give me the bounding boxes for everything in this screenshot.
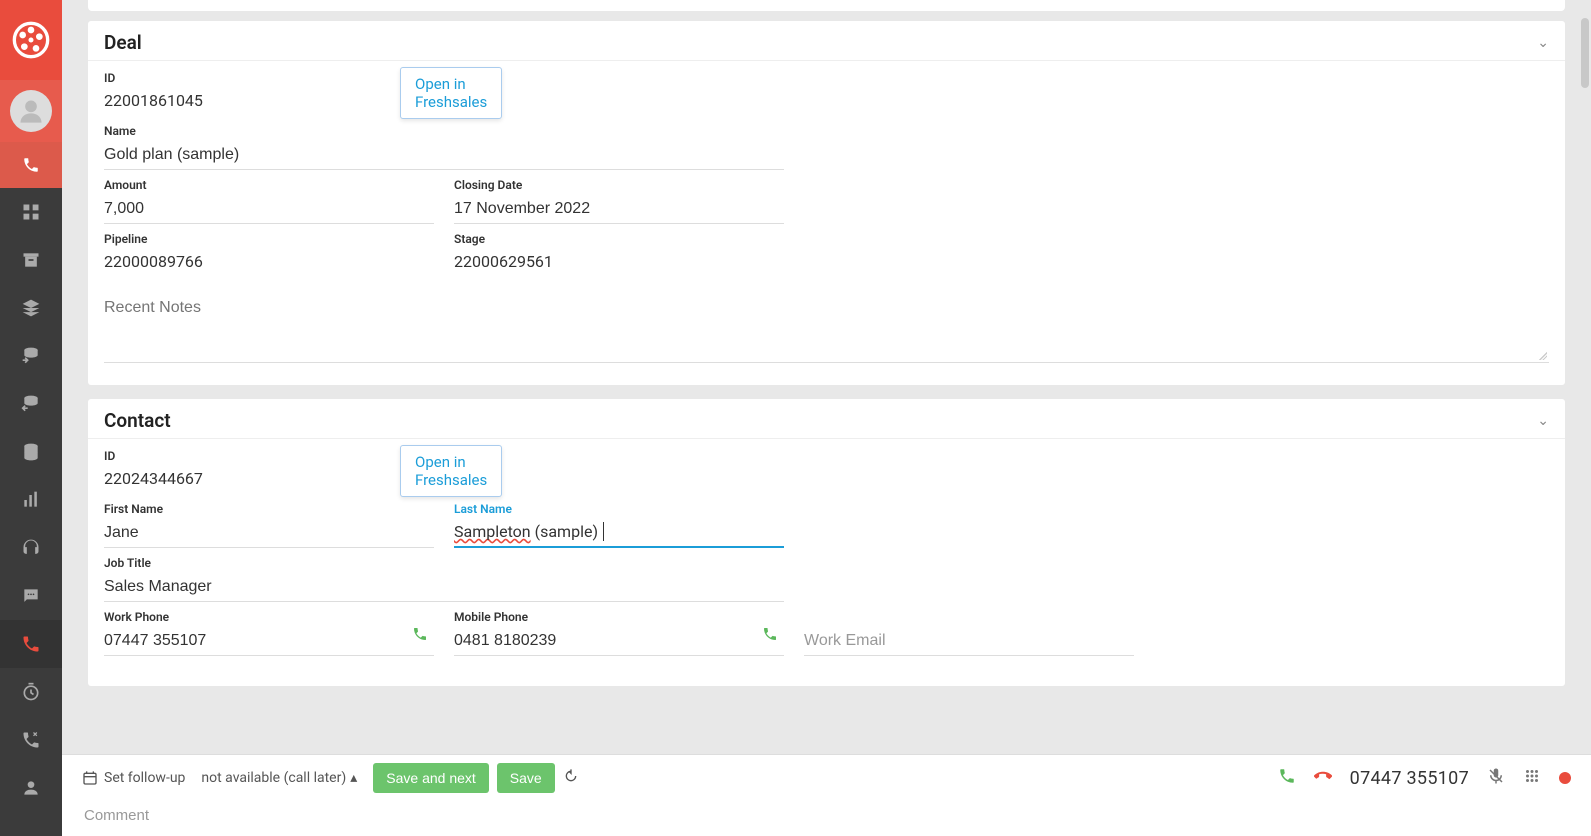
- mute-icon[interactable]: [1487, 767, 1505, 789]
- nav-call-log[interactable]: [0, 716, 62, 764]
- nav-database[interactable]: [0, 428, 62, 476]
- job-title-input[interactable]: [104, 573, 784, 602]
- deal-pipeline-label: Pipeline: [104, 232, 434, 246]
- main: Deal ⌄ ID 22001861045 Open in Freshsales…: [62, 0, 1591, 836]
- nav-analytics[interactable]: [0, 476, 62, 524]
- content-scroll[interactable]: Deal ⌄ ID 22001861045 Open in Freshsales…: [62, 0, 1591, 836]
- dialpad-icon[interactable]: [1523, 767, 1541, 789]
- comment-input[interactable]: [84, 807, 1569, 824]
- deal-pipeline-value: 22000089766: [104, 249, 434, 277]
- deal-amount-label: Amount: [104, 178, 434, 192]
- nav-support[interactable]: [0, 524, 62, 572]
- deal-panel: Deal ⌄ ID 22001861045 Open in Freshsales…: [88, 21, 1565, 385]
- deal-id-value: 22001861045: [104, 88, 434, 116]
- deal-id-label: ID: [104, 71, 434, 85]
- deal-name-input[interactable]: [104, 141, 784, 170]
- last-name-input[interactable]: Sampleton (sample): [454, 519, 784, 548]
- first-name-input[interactable]: [104, 519, 434, 548]
- contact-panel: Contact ⌄ ID 22024344667 Open in Freshsa…: [88, 399, 1565, 686]
- deal-closing-input[interactable]: [454, 195, 784, 224]
- hangup-icon[interactable]: [1314, 767, 1332, 789]
- set-followup-label: Set follow-up: [104, 770, 185, 786]
- nav-timer[interactable]: [0, 668, 62, 716]
- call-work-phone-icon[interactable]: [412, 626, 428, 646]
- open-contact-freshsales-button[interactable]: Open in Freshsales: [400, 445, 502, 497]
- set-followup-button[interactable]: Set follow-up: [82, 770, 185, 786]
- deal-stage-value: 22000629561: [454, 249, 784, 277]
- avatar[interactable]: [0, 80, 62, 142]
- nav-archive[interactable]: [0, 236, 62, 284]
- caret-up-icon: ▴: [350, 770, 357, 786]
- job-title-label: Job Title: [104, 556, 784, 570]
- nav-phone[interactable]: [0, 620, 62, 668]
- call-footer: Set follow-up not available (call later)…: [62, 754, 1591, 836]
- mobile-phone-label: Mobile Phone: [454, 610, 784, 624]
- nav-db-out[interactable]: [0, 380, 62, 428]
- nav-dashboard[interactable]: [0, 188, 62, 236]
- work-phone-label: Work Phone: [104, 610, 434, 624]
- deal-title: Deal: [104, 31, 142, 54]
- nav-db-in[interactable]: [0, 332, 62, 380]
- call-status-value: not available (call later): [201, 770, 346, 786]
- nav-layers[interactable]: [0, 284, 62, 332]
- save-and-next-button[interactable]: Save and next: [373, 763, 489, 793]
- work-phone-input[interactable]: [104, 627, 434, 656]
- deal-notes-field[interactable]: [104, 299, 1549, 363]
- reset-icon[interactable]: [563, 768, 579, 788]
- deal-name-label: Name: [104, 124, 784, 138]
- prev-panel-bottom: [88, 0, 1565, 11]
- sidebar-call-status[interactable]: [0, 142, 62, 188]
- nav-chat[interactable]: [0, 572, 62, 620]
- scrollbar-thumb[interactable]: [1581, 18, 1589, 88]
- deal-closing-label: Closing Date: [454, 178, 784, 192]
- save-button[interactable]: Save: [497, 763, 555, 793]
- open-deal-freshsales-button[interactable]: Open in Freshsales: [400, 67, 502, 119]
- record-indicator[interactable]: [1559, 772, 1571, 784]
- collapse-contact-icon[interactable]: ⌄: [1537, 413, 1549, 429]
- work-email-input[interactable]: [804, 627, 1134, 656]
- first-name-label: First Name: [104, 502, 434, 516]
- active-phone-number: 07447 355107: [1350, 768, 1469, 789]
- mobile-phone-input[interactable]: [454, 627, 784, 656]
- deal-stage-label: Stage: [454, 232, 784, 246]
- call-status-dropdown[interactable]: not available (call later) ▴: [193, 770, 365, 786]
- contact-title: Contact: [104, 409, 171, 432]
- deal-amount-input[interactable]: [104, 195, 434, 224]
- contact-id-label: ID: [104, 449, 434, 463]
- app-logo[interactable]: [0, 0, 62, 80]
- nav-user[interactable]: [0, 764, 62, 812]
- call-icon[interactable]: [1278, 767, 1296, 789]
- contact-id-value: 22024344667: [104, 466, 434, 494]
- collapse-deal-icon[interactable]: ⌄: [1537, 35, 1549, 51]
- call-mobile-phone-icon[interactable]: [762, 626, 778, 646]
- sidebar: [0, 0, 62, 836]
- last-name-label: Last Name: [454, 502, 784, 516]
